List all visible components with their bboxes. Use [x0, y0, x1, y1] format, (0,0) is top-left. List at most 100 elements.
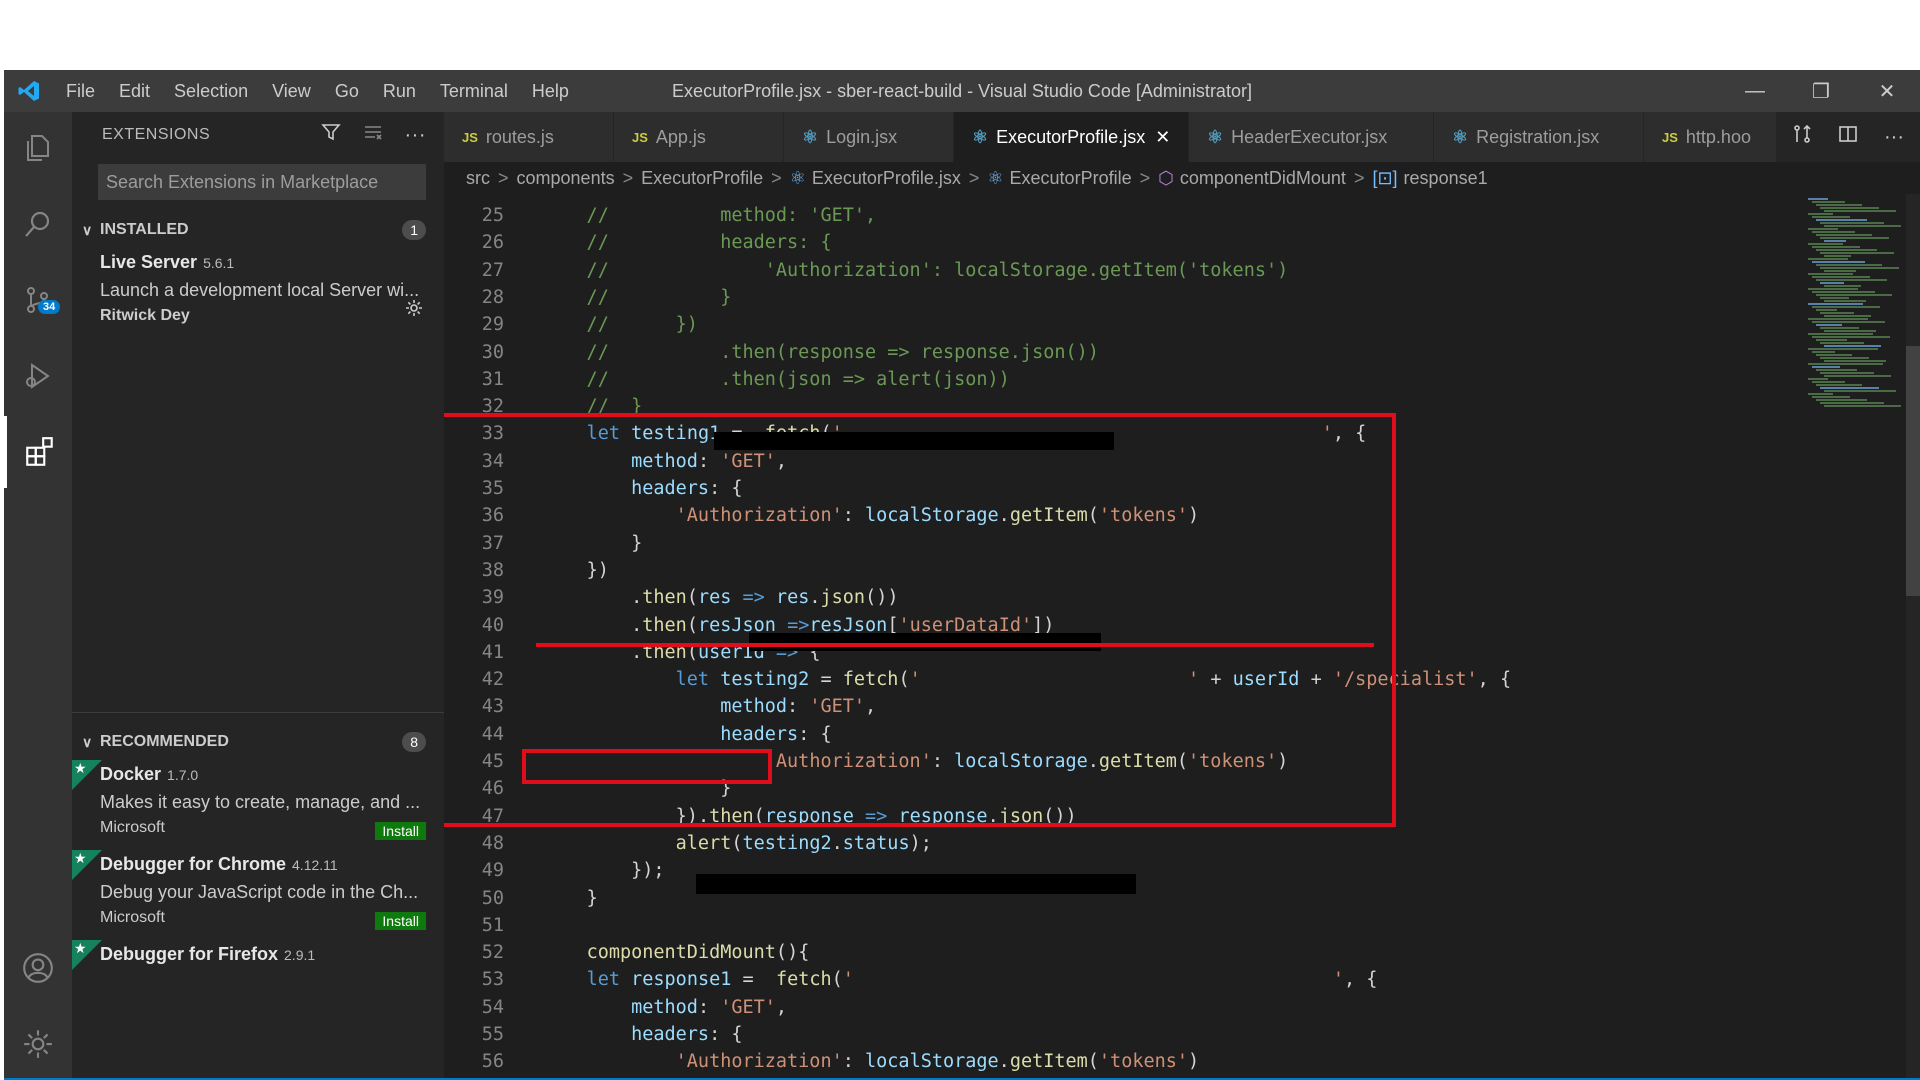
menu-selection[interactable]: Selection [162, 70, 260, 112]
minimap-line [1808, 288, 1858, 290]
code-line[interactable]: 25 // method: 'GET', [444, 202, 1804, 229]
install-button[interactable]: Install [375, 912, 426, 930]
more-actions-icon[interactable]: ··· [405, 124, 426, 147]
menu-file[interactable]: File [54, 70, 107, 112]
react-file-icon: ⚛ [972, 126, 989, 147]
extensions-icon[interactable] [4, 416, 72, 488]
breadcrumb-item[interactable]: response1 [1404, 168, 1488, 189]
close-tab-icon[interactable]: ✕ [1155, 127, 1170, 148]
menu-terminal[interactable]: Terminal [428, 70, 520, 112]
close-window-button[interactable]: ✕ [1854, 70, 1920, 112]
extension-name: Debugger for Firefox [100, 944, 279, 964]
breadcrumb-item[interactable]: components [517, 168, 615, 189]
minimap-line [1812, 351, 1835, 353]
extension-item-live-server[interactable]: Live Server 5.6.1 Launch a development lo… [72, 248, 444, 336]
more-actions-icon[interactable]: ··· [1884, 126, 1904, 149]
code-line[interactable]: 29 // }) [444, 311, 1804, 338]
highlight-underline [536, 643, 1374, 647]
breadcrumb-item[interactable]: ExecutorProfile [1010, 168, 1132, 189]
line-number: 51 [481, 914, 504, 936]
installed-section-header[interactable]: ∨ INSTALLED 1 [72, 212, 444, 248]
js-file-icon: JS [462, 129, 478, 145]
extension-name-row: Debugger for Chrome 4.12.11 [100, 850, 444, 879]
menu-run[interactable]: Run [371, 70, 428, 112]
minimap-line [1812, 276, 1870, 278]
minimap-line [1824, 270, 1856, 272]
source-control-icon[interactable]: 34 [4, 264, 72, 336]
tab-label: Login.jsx [826, 126, 898, 147]
restore-button[interactable]: ❐ [1788, 70, 1854, 112]
sidebar-title: EXTENSIONS [102, 126, 211, 143]
minimap[interactable] [1790, 194, 1920, 1080]
tab-label: ExecutorProfile.jsx [996, 126, 1146, 147]
explorer-icon[interactable] [4, 112, 72, 184]
clear-list-icon[interactable] [363, 122, 383, 148]
code-line[interactable]: 30 // .then(response => response.json()) [444, 339, 1804, 366]
breadcrumb-item[interactable]: ExecutorProfile [641, 168, 763, 189]
code-text: } [586, 887, 598, 909]
code-line[interactable]: 51 [444, 912, 1804, 939]
minimap-line [1824, 255, 1851, 257]
split-editor-icon[interactable] [1838, 124, 1858, 150]
code-line[interactable]: 28 // } [444, 284, 1804, 311]
search-icon[interactable] [4, 188, 72, 260]
minimap-line [1816, 219, 1867, 221]
minimap-line [1808, 243, 1843, 245]
minimap-line [1808, 258, 1848, 260]
code-text: 'Authorization': localStorage.getItem('t… [675, 1051, 1200, 1073]
extensions-search-input[interactable]: Search Extensions in Marketplace [98, 164, 426, 200]
vertical-scrollbar[interactable] [1906, 194, 1920, 1080]
tab-executor-profile-jsx[interactable]: ⚛ ExecutorProfile.jsx ✕ [954, 112, 1189, 162]
minimap-line [1816, 309, 1837, 311]
extension-settings-gear-icon[interactable] [404, 298, 424, 323]
chevron-right-icon: > [622, 167, 634, 188]
breadcrumb-item[interactable]: componentDidMount [1180, 168, 1346, 189]
code-line[interactable]: 27 // 'Authorization': localStorage.getI… [444, 257, 1804, 284]
open-changes-icon[interactable] [1792, 124, 1812, 150]
code-line[interactable]: 54 method: 'GET', [444, 994, 1804, 1021]
tab-login-jsx[interactable]: ⚛ Login.jsx [784, 112, 954, 162]
code-line[interactable]: 26 // headers: { [444, 229, 1804, 256]
extension-name: Live Server [100, 252, 198, 272]
extension-description: Launch a development local Server wi... [100, 280, 420, 300]
scrollbar-thumb[interactable] [1906, 346, 1920, 596]
breadcrumb-item[interactable]: ExecutorProfile.jsx [812, 168, 961, 189]
tab-app-js[interactable]: JS App.js [614, 112, 784, 162]
install-button[interactable]: Install [375, 822, 426, 840]
redacted-url [696, 874, 1136, 894]
extension-item-debugger-chrome[interactable]: ★ Debugger for Chrome 4.12.11 Debug your … [72, 850, 444, 940]
tab-registration-jsx[interactable]: ⚛ Registration.jsx [1434, 112, 1644, 162]
editor-tab-tools: ··· [1776, 112, 1920, 162]
code-line[interactable]: 31 // .then(json => alert(json)) [444, 366, 1804, 393]
manage-gear-icon[interactable] [4, 1008, 72, 1080]
extension-item-docker[interactable]: ★ Docker 1.7.0 Makes it easy to create, m… [72, 760, 444, 850]
menu-go[interactable]: Go [323, 70, 371, 112]
code-line[interactable]: 53 let response1 = fetch(' ', { [444, 966, 1804, 993]
account-icon[interactable] [4, 932, 72, 1004]
tab-routes-js[interactable]: JS routes.js [444, 112, 614, 162]
minimap-line [1820, 267, 1899, 269]
filter-icon[interactable] [320, 122, 341, 148]
tab-label: routes.js [485, 126, 554, 147]
code-line[interactable]: 52 componentDidMount(){ [444, 939, 1804, 966]
tab-header-executor-jsx[interactable]: ⚛ HeaderExecutor.jsx [1189, 112, 1434, 162]
menu-edit[interactable]: Edit [107, 70, 162, 112]
minimize-button[interactable]: — [1722, 70, 1788, 112]
code-line[interactable]: 48 alert(testing2.status); [444, 830, 1804, 857]
line-number: 27 [481, 259, 504, 281]
recommended-count-badge: 8 [402, 732, 426, 752]
menu-help[interactable]: Help [520, 70, 581, 112]
line-number: 29 [481, 314, 504, 336]
menu-view[interactable]: View [260, 70, 323, 112]
code-editor[interactable]: 25 // method: 'GET', 26 // headers: {27 /… [444, 194, 1920, 1080]
run-debug-icon[interactable] [4, 340, 72, 412]
extensions-sidebar: EXTENSIONS ··· Search Extensions in Mark… [72, 112, 444, 1080]
minimap-line [1820, 327, 1859, 329]
extension-item-debugger-firefox[interactable]: ★ Debugger for Firefox 2.9.1 [72, 940, 444, 980]
code-line[interactable]: 55 headers: { [444, 1021, 1804, 1048]
code-line[interactable]: 56 'Authorization': localStorage.getItem… [444, 1048, 1804, 1075]
recommended-section-header[interactable]: ∨ RECOMMENDED 8 [72, 724, 444, 760]
minimap-line [1816, 234, 1872, 236]
react-file-icon: ⚛ [789, 167, 806, 188]
breadcrumb-item[interactable]: src [466, 168, 490, 189]
